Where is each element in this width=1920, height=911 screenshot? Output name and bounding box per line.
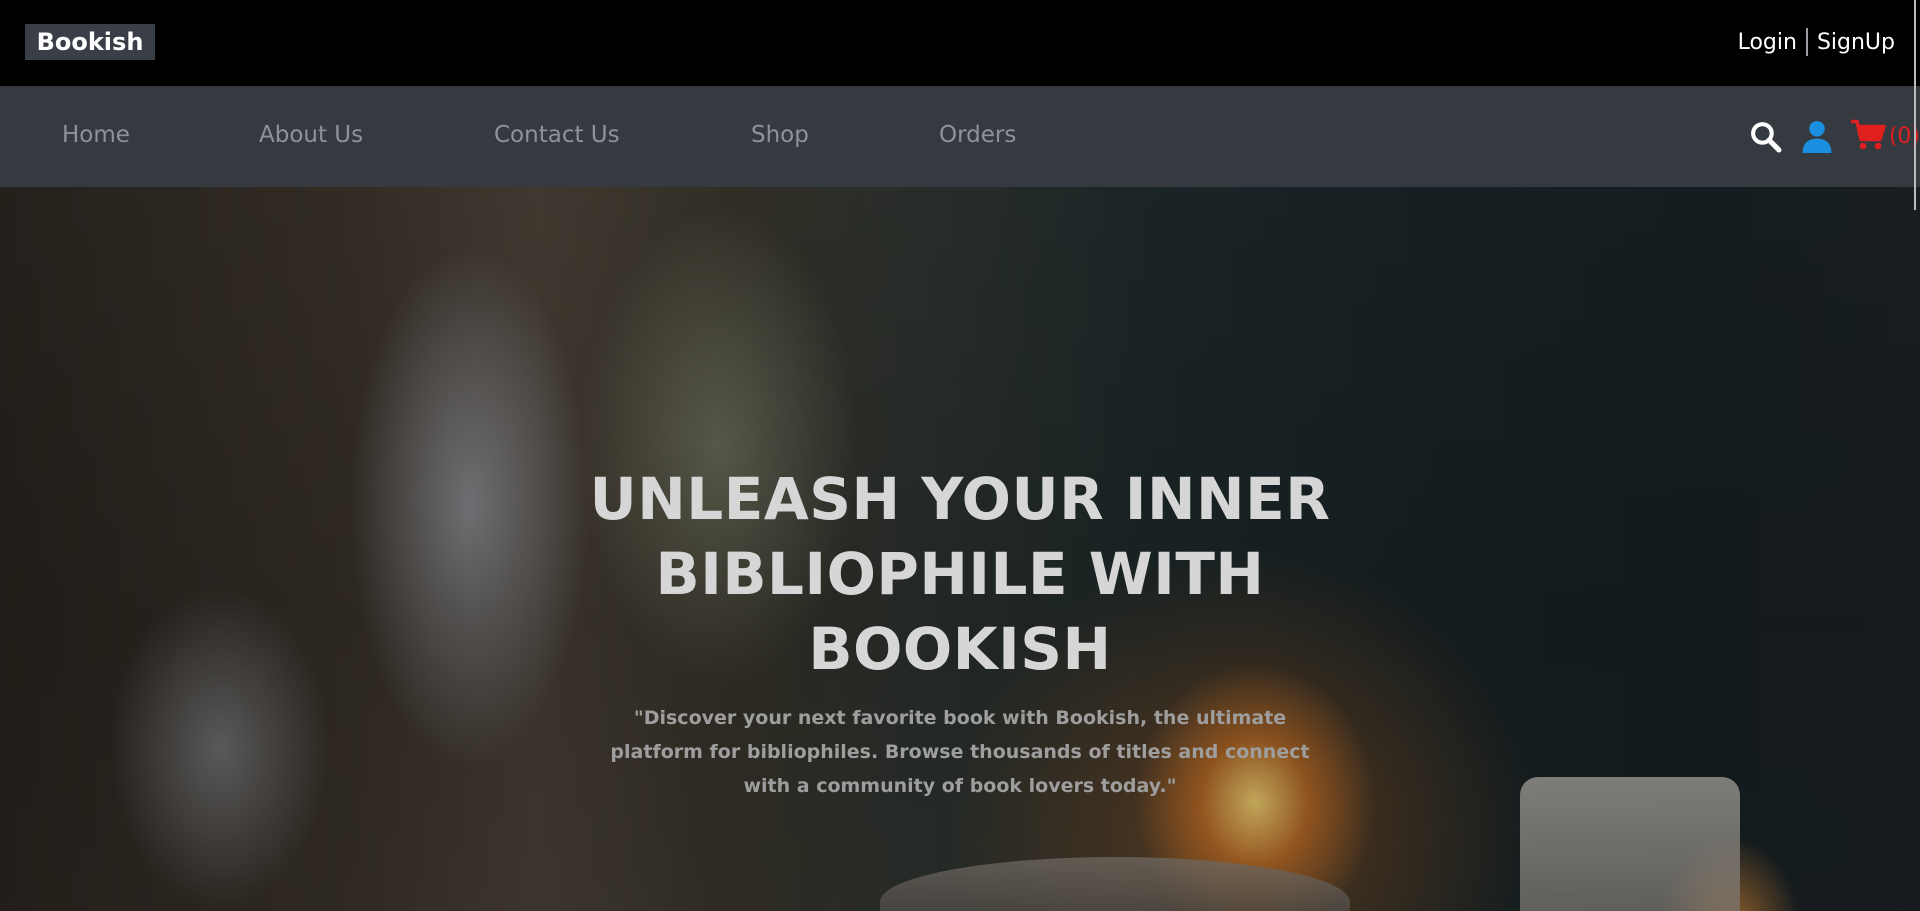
nav-orders[interactable]: Orders [939, 122, 1016, 148]
signup-link[interactable]: SignUp [1817, 30, 1895, 55]
login-link[interactable]: Login [1738, 30, 1797, 55]
nav-shop[interactable]: Shop [751, 122, 809, 148]
nav-icons: (0) [1749, 116, 1920, 156]
hero-content: UNLEASH YOUR INNER BIBLIOPHILE WITH BOOK… [560, 462, 1360, 803]
search-icon[interactable] [1749, 120, 1782, 153]
hero-title: UNLEASH YOUR INNER BIBLIOPHILE WITH BOOK… [589, 465, 1331, 683]
hero-subtitle: "Discover your next favorite book with B… [610, 707, 1310, 797]
top-bar: Bookish Login SignUp [0, 0, 1920, 86]
page-scrollbar[interactable] [1914, 0, 1916, 210]
main-navbar: Home About Us Contact Us Shop Orders (0) [0, 86, 1920, 187]
nav-home[interactable]: Home [62, 122, 130, 148]
auth-divider [1805, 28, 1808, 56]
auth-links: Login SignUp [1738, 26, 1895, 58]
brand-logo[interactable]: Bookish [25, 24, 155, 60]
user-icon[interactable] [1802, 120, 1832, 153]
hero-banner: UNLEASH YOUR INNER BIBLIOPHILE WITH BOOK… [0, 187, 1920, 911]
cart-icon [1850, 118, 1886, 155]
cart-button[interactable]: (0) [1850, 118, 1920, 155]
nav-contact-us[interactable]: Contact Us [494, 122, 620, 148]
nav-about-us[interactable]: About Us [259, 122, 363, 148]
